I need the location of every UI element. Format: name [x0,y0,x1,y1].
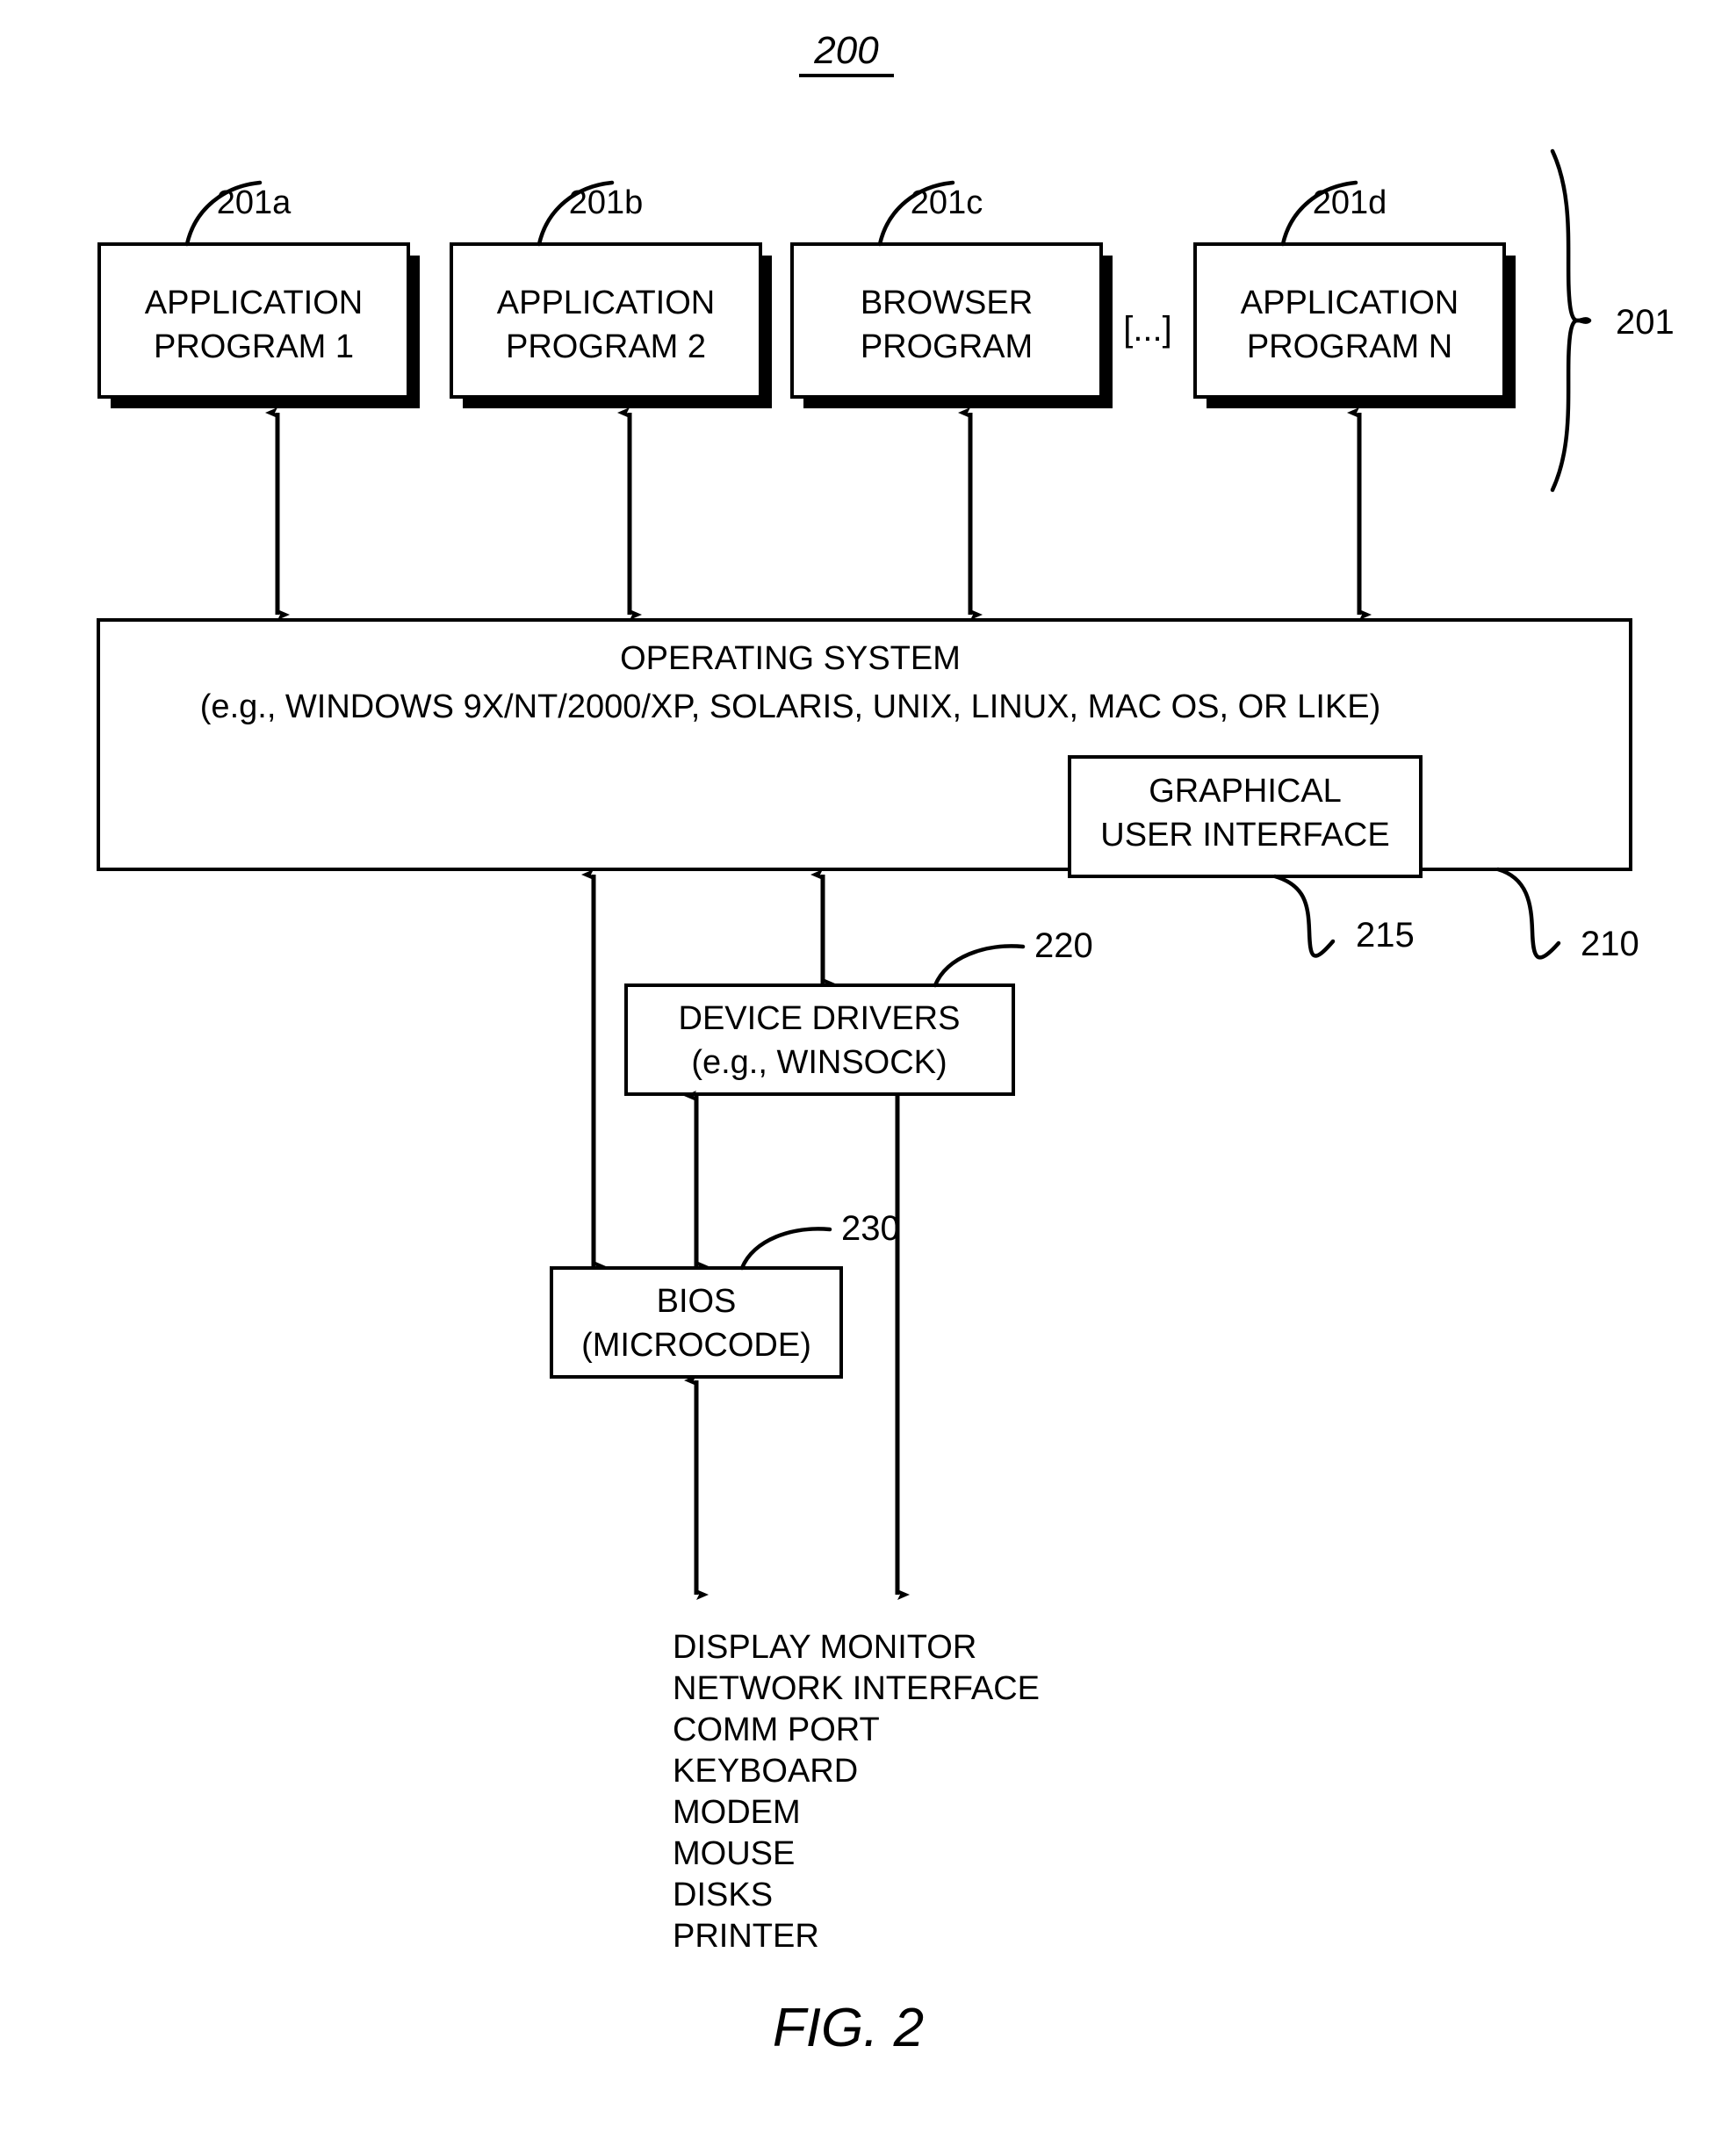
device-list-item-7: PRINTER [673,1918,819,1955]
gui-ref-label: 215 [1356,916,1415,955]
application-layer-brace [1550,148,1592,493]
figure-caption: FIG. 2 [773,1998,924,2058]
app-box-3-line1: BROWSER [861,285,1033,321]
application-layer-brace-group: 201 [1550,148,1675,493]
device-list: DISPLAY MONITOR NETWORK INTERFACE COMM P… [673,1629,1040,1955]
device-list-item-0: DISPLAY MONITOR [673,1629,976,1666]
bios-ref-label: 230 [841,1209,900,1248]
bios-line1: BIOS [657,1283,737,1320]
gui-line2: USER INTERFACE [1100,817,1389,854]
patent-figure: 200 201a APPLICATION PROGRAM 1 201b APPL… [0,0,1736,2147]
device-list-item-5: MOUSE [673,1835,795,1872]
bios-group: BIOS (MICROCODE) 230 [550,1209,900,1379]
app-box-4-line1: APPLICATION [1241,285,1459,321]
application-ellipsis: [...] [1123,310,1172,349]
app-box-3-line2: PROGRAM [861,328,1033,365]
device-list-item-1: NETWORK INTERFACE [673,1670,1040,1707]
app-box-2-line2: PROGRAM 2 [506,328,706,365]
app-box-4-line2: PROGRAM N [1247,328,1452,365]
operating-system-line2: (e.g., WINDOWS 9X/NT/2000/XP, SOLARIS, U… [200,688,1380,725]
device-drivers-group: DEVICE DRIVERS (e.g., WINSOCK) 220 [624,926,1093,1096]
bios-ref-leader [739,1227,832,1271]
device-list-item-4: MODEM [673,1794,801,1831]
application-program-1-group: 201a APPLICATION PROGRAM 1 [97,180,420,408]
figure-number: 200 [799,29,894,77]
gui-line1: GRAPHICAL [1149,773,1342,810]
operating-system-ref-group: 210 [1495,867,1639,963]
app-box-1-line2: PROGRAM 1 [154,328,354,365]
diagram-canvas: 200 201a APPLICATION PROGRAM 1 201b APPL… [97,29,1675,2058]
app-box-1-line1: APPLICATION [145,285,363,321]
device-list-item-2: COMM PORT [673,1711,880,1748]
operating-system-ref-leader [1495,867,1561,960]
application-program-2-group: 201b APPLICATION PROGRAM 2 [450,180,772,408]
application-layer-ref: 201 [1616,303,1675,342]
figure-number-label: 200 [813,29,879,72]
device-list-item-6: DISKS [673,1877,773,1913]
device-drivers-line2: (e.g., WINSOCK) [691,1044,947,1081]
browser-program-group: 201c BROWSER PROGRAM [790,180,1113,408]
device-drivers-line1: DEVICE DRIVERS [679,1000,961,1037]
app-box-2-line1: APPLICATION [497,285,715,321]
device-drivers-ref-leader [933,944,1026,988]
device-list-item-3: KEYBOARD [673,1753,858,1790]
operating-system-ref-label: 210 [1581,925,1639,963]
device-drivers-ref-label: 220 [1034,926,1093,965]
application-program-n-group: 201d APPLICATION PROGRAM N [1193,180,1516,408]
gui-ref-leader [1272,874,1336,958]
bios-line2: (MICROCODE) [581,1327,811,1364]
operating-system-line1: OPERATING SYSTEM [620,640,961,677]
graphical-user-interface-group: GRAPHICAL USER INTERFACE [1068,755,1423,878]
gui-ref-group: 215 [1272,874,1415,958]
